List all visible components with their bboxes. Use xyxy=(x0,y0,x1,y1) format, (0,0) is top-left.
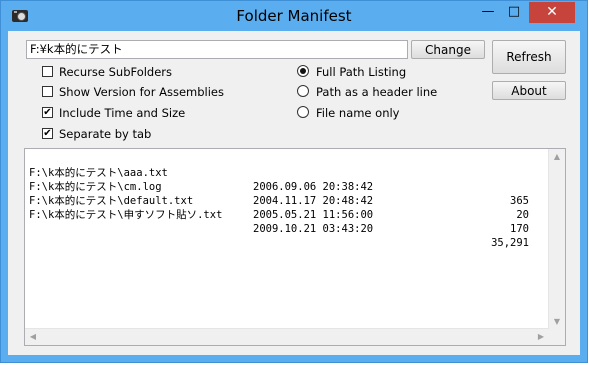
horizontal-scrollbar[interactable]: ◀ ▶ xyxy=(25,328,549,345)
client-area: Change Refresh About Recurse SubFolders … xyxy=(8,31,580,355)
file-row[interactable]: F:\k本的にテスト\cm.log 2004.11.17 20:48:42 20 xyxy=(29,166,539,221)
radio-unselected[interactable] xyxy=(297,85,309,97)
folder-path-input[interactable] xyxy=(26,40,408,59)
checkbox-box[interactable] xyxy=(42,66,53,77)
close-button[interactable]: ✕ xyxy=(529,2,575,23)
radio-label: Path as a header line xyxy=(316,85,438,99)
file-rows: F:\k本的にテスト\aaa.txt 2006.09.06 20:38:42 3… xyxy=(29,152,539,249)
minimize-button[interactable]: — xyxy=(475,2,501,23)
about-button[interactable]: About xyxy=(492,81,566,100)
maximize-button[interactable]: □ xyxy=(501,2,527,23)
file-path: F:\k本的にテスト\申すソフト貼ソ.txt xyxy=(29,209,223,221)
file-size: 20 xyxy=(516,209,529,221)
checkbox-label: Include Time and Size xyxy=(59,106,186,120)
file-row[interactable]: F:\k本的にテスト\申すソフト貼ソ.txt 2009.10.21 03:43:… xyxy=(29,194,539,249)
scroll-right-icon[interactable]: ▶ xyxy=(533,332,549,342)
refresh-button[interactable]: Refresh xyxy=(492,40,566,74)
checkbox-label: Recurse SubFolders xyxy=(59,65,173,79)
file-listing-box[interactable]: F:\k本的にテスト\aaa.txt 2006.09.06 20:38:42 3… xyxy=(24,148,566,346)
file-row[interactable]: F:\k本的にテスト\default.txt 2005.05.21 11:56:… xyxy=(29,180,539,235)
scroll-up-icon[interactable]: ▲ xyxy=(549,152,565,162)
title-bar[interactable]: Folder Manifest — □ ✕ xyxy=(1,1,587,31)
checkbox-label: Separate by tab xyxy=(59,127,152,141)
radio-label: Full Path Listing xyxy=(316,65,407,79)
radio-unselected[interactable] xyxy=(297,106,309,118)
scroll-down-icon[interactable]: ▼ xyxy=(549,317,565,327)
radio-label: File name only xyxy=(316,106,400,120)
file-size: 170 xyxy=(510,223,529,235)
scrollbar-corner xyxy=(549,329,565,345)
main-window: Folder Manifest — □ ✕ Change Refresh Abo… xyxy=(0,0,588,363)
checkbox-box-checked[interactable]: ✔ xyxy=(42,128,53,139)
scroll-left-icon[interactable]: ◀ xyxy=(25,332,41,342)
file-size: 35,291 xyxy=(491,237,529,249)
change-button[interactable]: Change xyxy=(411,40,485,59)
checkbox-box[interactable] xyxy=(42,86,53,97)
radio-selected[interactable] xyxy=(297,65,309,77)
file-row[interactable]: F:\k本的にテスト\aaa.txt 2006.09.06 20:38:42 3… xyxy=(29,152,539,207)
checkbox-box-checked[interactable]: ✔ xyxy=(42,107,53,118)
file-datetime: 2005.05.21 11:56:00 xyxy=(253,209,374,221)
checkbox-label: Show Version for Assemblies xyxy=(59,85,224,99)
vertical-scrollbar[interactable]: ▲ ▼ xyxy=(548,149,565,330)
file-datetime: 2009.10.21 03:43:20 xyxy=(253,223,374,235)
